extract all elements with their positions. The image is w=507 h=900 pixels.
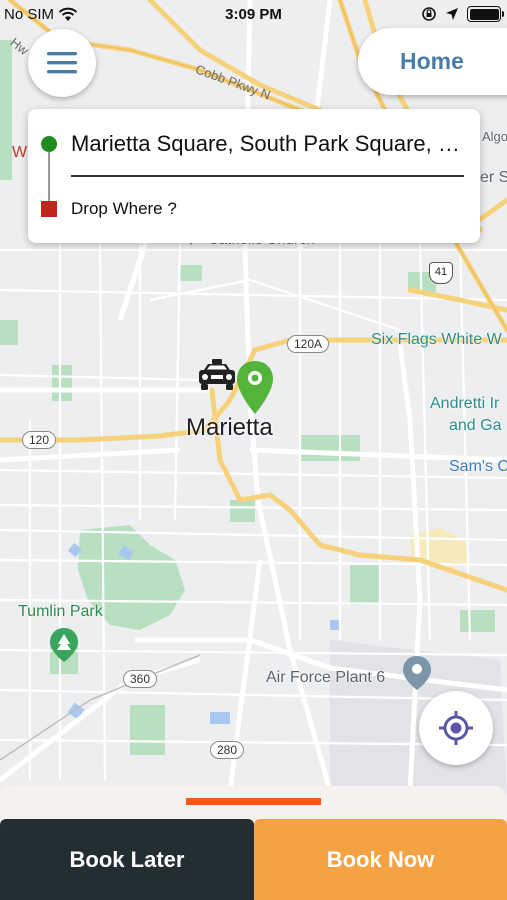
panel-drag-handle[interactable] [186,798,321,805]
battery-icon [467,6,504,22]
map-label-andretti[interactable]: Andretti Ir [430,396,499,412]
booking-panel: Book Later Book Now [0,786,507,900]
home-button-label: Home [400,48,464,74]
pickup-location-field[interactable]: Marietta Square, South Park Square, Mari… [71,131,466,157]
book-later-button[interactable]: Book Later [0,819,254,900]
menu-button[interactable] [28,29,96,97]
orientation-lock-icon [422,7,436,21]
status-bar-right [421,6,504,22]
home-button[interactable]: Home [358,28,507,95]
map-label-tumlin-park[interactable]: Tumlin Park [18,604,103,620]
route-shield-280: 280 [210,741,245,759]
map-label-andretti-2[interactable]: and Ga [449,418,501,434]
map-label-air-force-plant[interactable]: Air Force Plant 6 [266,670,385,686]
map-label-w-partial: W [12,144,28,161]
route-shield-360: 360 [123,670,158,688]
map-label-six-flags[interactable]: Six Flags White W [371,332,502,348]
route-shield-us-41: 41 [429,262,453,284]
map-label-algo-partial: Algo [482,129,507,144]
pickup-marker-icon [41,136,57,152]
address-divider [71,175,464,177]
battery-level [469,8,499,20]
map-label-er-partial: er S [480,169,507,186]
route-connector [48,152,50,202]
map-label-sams[interactable]: Sam's C [449,459,507,475]
location-arrow-icon [446,8,458,20]
route-shield-120: 120 [22,431,57,449]
route-shield-120a: 120A [287,335,330,353]
address-card: Marietta Square, South Park Square, Mari… [28,109,480,243]
status-bar: No SIM 3:09 PM [0,0,507,30]
book-now-button[interactable]: Book Now [254,819,507,900]
crosshair-location-icon [439,711,473,745]
taxi-car-icon [199,359,235,390]
dropoff-marker-icon [41,201,57,217]
dropoff-location-field[interactable]: Drop Where ? [71,199,177,219]
pickup-location-pin-icon[interactable] [235,360,275,416]
map-label-city: Marietta [186,414,273,441]
hamburger-menu-icon [47,52,77,74]
current-location-button[interactable] [419,691,493,765]
